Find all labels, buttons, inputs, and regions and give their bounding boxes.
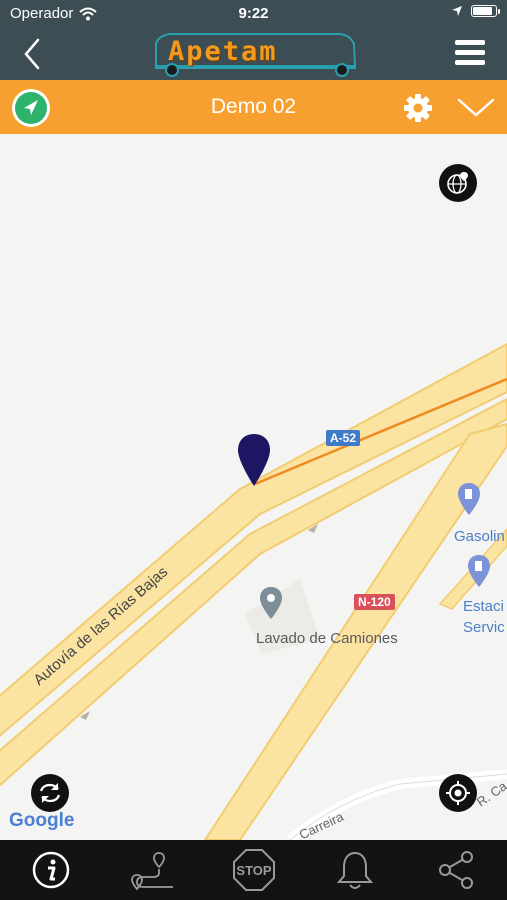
toolbar-route-button[interactable] (101, 840, 202, 900)
toolbar-stop-button[interactable]: STOP (203, 840, 304, 900)
google-logo-text: Google (9, 810, 75, 831)
poi-label-gas-1: Gasolin (454, 528, 505, 545)
crosshair-icon (446, 781, 470, 805)
refresh-button[interactable] (31, 774, 69, 812)
poi-label-washer: Lavado de Camiones (256, 630, 398, 647)
stop-sign-label: STOP (236, 863, 271, 878)
chevron-left-icon (24, 38, 40, 70)
toolbar-alerts-button[interactable] (304, 840, 405, 900)
share-icon (439, 851, 474, 889)
road-shield-a52: A-52 (326, 430, 361, 446)
google-attribution: Google (9, 810, 74, 832)
center-map-button[interactable] (439, 774, 477, 812)
chevron-down-icon (457, 98, 495, 117)
gear-icon (404, 94, 432, 122)
info-icon (32, 851, 69, 889)
status-right (451, 5, 500, 17)
refresh-icon (39, 783, 61, 803)
location-arrow-icon (452, 6, 462, 16)
map-view[interactable]: Autovía de las Rías Bajas A-52 N-120 Lav… (0, 134, 507, 840)
vehicle-bar: Demo 02 (0, 80, 507, 134)
bell-icon (336, 851, 374, 889)
app-logo: Apetam (150, 30, 358, 78)
clock: 9:22 (238, 5, 269, 22)
menu-button[interactable] (455, 40, 485, 66)
road-shield-n120: N-120 (354, 594, 395, 610)
battery-icon (471, 5, 500, 17)
top-header: Operador 9:22 Apetam (0, 0, 507, 80)
map-layers-button[interactable] (439, 164, 477, 202)
poi-label-gas-2b: Servic (463, 619, 505, 636)
status-bar: Operador 9:22 (0, 0, 507, 28)
hamburger-menu-icon (455, 40, 485, 45)
poi-icon (260, 587, 282, 619)
route-icon (131, 852, 174, 891)
expand-button[interactable] (456, 94, 496, 120)
vehicle-marker-icon[interactable] (236, 432, 272, 488)
nav-bar: Apetam (0, 28, 507, 80)
logo-text: Apetam (168, 36, 278, 67)
back-button[interactable] (18, 36, 50, 72)
app-screen: Operador 9:22 Apetam Demo 02 Autovía de … (0, 0, 507, 900)
stop-sign-icon: STOP (232, 849, 275, 891)
poi-label-gas-2a: Estaci (463, 598, 504, 615)
settings-button[interactable] (402, 92, 434, 124)
gas-station-icon-2 (468, 555, 490, 587)
toolbar-info-button[interactable] (0, 840, 101, 900)
gas-station-icon (458, 483, 480, 515)
globe-pin-icon (447, 172, 468, 194)
bottom-toolbar: STOP (0, 840, 507, 900)
toolbar-share-button[interactable] (406, 840, 507, 900)
